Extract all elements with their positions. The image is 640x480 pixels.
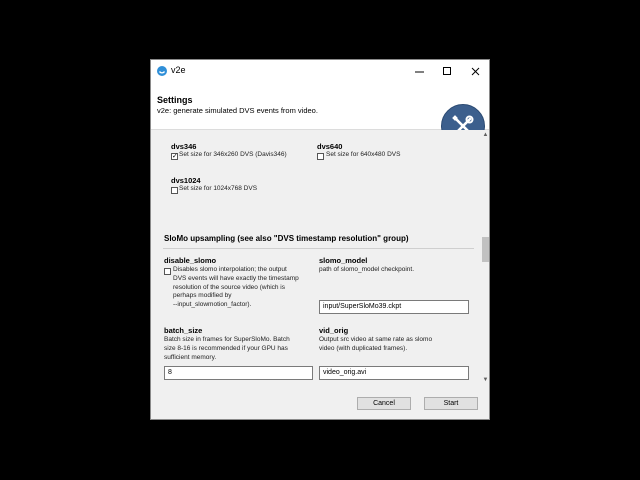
start-button[interactable]: Start — [424, 397, 478, 410]
title-bar: v2e — [151, 60, 489, 82]
dvs346-checkbox[interactable]: ✓ — [171, 153, 178, 160]
dvs640-checkbox-text: Set size for 640x480 DVS — [326, 151, 401, 158]
batch-size-input[interactable]: 8 — [164, 366, 313, 380]
header-title: Settings — [157, 95, 193, 105]
settings-window: v2e Settings v2e: generate simulated DVS… — [150, 59, 490, 420]
section-divider — [163, 248, 474, 249]
vid-orig-desc: Output src video at same rate as slomo v… — [319, 336, 433, 352]
close-button[interactable] — [461, 60, 489, 82]
window-title: v2e — [171, 65, 186, 75]
disable-slomo-text: Disables slomo interpolation; the output… — [173, 266, 299, 309]
minimize-icon — [414, 71, 424, 72]
dvs1024-checkbox-text: Set size for 1024x768 DVS — [179, 185, 258, 192]
slomo-model-desc: path of slomo_model checkpoint. — [319, 266, 415, 273]
app-icon — [157, 66, 167, 76]
disable-slomo-checkbox[interactable] — [164, 268, 171, 275]
vid-orig-label: vid_orig — [319, 326, 349, 335]
header-subtitle: v2e: generate simulated DVS events from … — [157, 106, 318, 115]
header-panel: Settings v2e: generate simulated DVS eve… — [151, 82, 489, 148]
batch-size-label: batch_size — [164, 326, 203, 335]
scrollbar-thumb[interactable] — [482, 237, 489, 262]
dvs1024-label: dvs1024 — [171, 176, 201, 185]
dvs640-checkbox[interactable] — [317, 153, 324, 160]
maximize-icon — [442, 66, 451, 75]
slomo-model-label: slomo_model — [319, 256, 368, 265]
scroll-down-icon[interactable]: ▼ — [482, 376, 489, 384]
slomo-model-input[interactable]: input/SuperSloMo39.ckpt — [319, 300, 469, 314]
vid-orig-input[interactable]: video_orig.avi — [319, 366, 469, 380]
batch-size-desc: Batch size in frames for SuperSloMo. Bat… — [164, 336, 290, 361]
dvs346-label: dvs346 — [171, 142, 197, 151]
close-icon — [471, 67, 479, 75]
dvs640-label: dvs640 — [317, 142, 343, 151]
vertical-scrollbar[interactable]: ▲ ▼ — [481, 130, 489, 385]
cancel-button[interactable]: Cancel — [357, 397, 411, 410]
dvs346-checkbox-text: Set size for 346x260 DVS (Davis346) — [179, 151, 287, 158]
minimize-button[interactable] — [405, 60, 433, 82]
scroll-up-icon[interactable]: ▲ — [482, 131, 489, 139]
dvs1024-checkbox[interactable] — [171, 187, 178, 194]
settings-content: dvs346 ✓ Set size for 346x260 DVS (Davis… — [151, 130, 489, 385]
footer-bar: Cancel Start — [151, 385, 489, 419]
disable-slomo-label: disable_slomo — [164, 256, 217, 265]
maximize-button[interactable] — [433, 60, 461, 82]
slomo-section-title: SloMo upsampling (see also "DVS timestam… — [164, 234, 409, 243]
